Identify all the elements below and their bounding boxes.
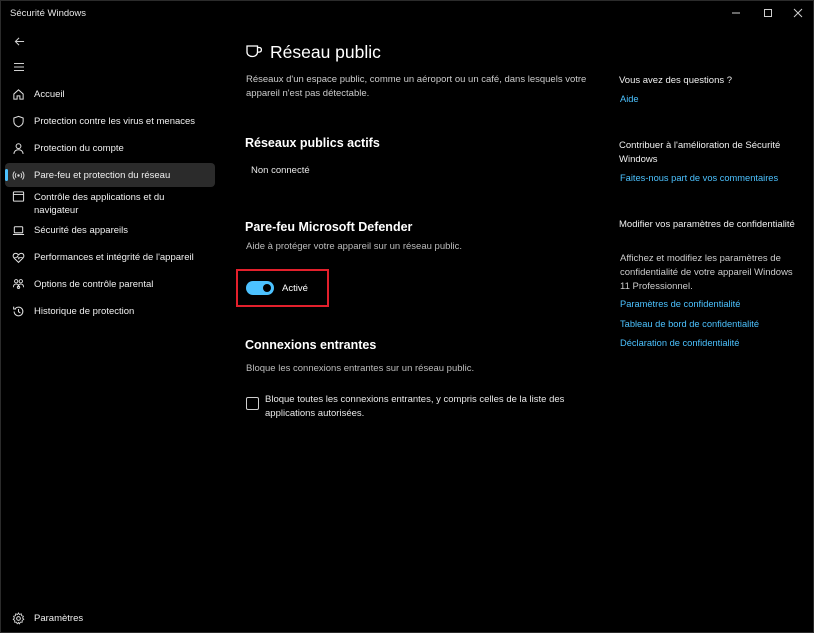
menu-button[interactable] bbox=[9, 57, 29, 77]
privacy-settings-link[interactable]: Paramètres de confidentialité bbox=[620, 299, 740, 309]
family-icon bbox=[12, 278, 25, 291]
help-link[interactable]: Aide bbox=[620, 94, 639, 104]
sidebar-item-label: Options de contrôle parental bbox=[34, 278, 154, 290]
sidebar-item-app-browser-control[interactable]: Contrôle des applications et du navigate… bbox=[5, 188, 215, 218]
sidebar-item-label: Sécurité des appareils bbox=[34, 224, 128, 236]
sidebar-item-settings[interactable]: Paramètres bbox=[5, 606, 215, 630]
privacy-dashboard-link[interactable]: Tableau de bord de confidentialité bbox=[620, 319, 759, 329]
gear-icon bbox=[12, 611, 25, 625]
sidebar-item-label: Pare-feu et protection du réseau bbox=[34, 169, 171, 181]
block-incoming-checkbox[interactable] bbox=[246, 397, 259, 410]
sidebar-item-device-security[interactable]: Sécurité des appareils bbox=[5, 218, 215, 242]
page-title-text: Réseau public bbox=[270, 42, 381, 62]
home-icon bbox=[12, 88, 25, 101]
browser-window-icon bbox=[12, 190, 25, 203]
coffee-cup-icon bbox=[245, 41, 263, 64]
sidebar-item-family-options[interactable]: Options de contrôle parental bbox=[5, 272, 215, 296]
page-description: Réseaux d'un espace public, comme un aér… bbox=[246, 74, 587, 99]
title-bar: Sécurité Windows bbox=[1, 1, 814, 25]
sidebar-item-protection-history[interactable]: Historique de protection bbox=[5, 299, 215, 323]
maximize-icon bbox=[764, 9, 772, 17]
antenna-icon bbox=[12, 169, 25, 182]
privacy-text: Affichez et modifiez les paramètres de c… bbox=[620, 253, 793, 292]
settings-label: Paramètres bbox=[34, 612, 84, 624]
sidebar-item-home[interactable]: Accueil bbox=[5, 82, 215, 106]
close-button[interactable] bbox=[781, 1, 814, 25]
sidebar-item-label: Protection du compte bbox=[34, 142, 124, 154]
app-title: Sécurité Windows bbox=[10, 8, 87, 19]
firewall-toggle[interactable] bbox=[246, 281, 274, 295]
feedback-link[interactable]: Faites-nous part de vos commentaires bbox=[620, 173, 778, 183]
back-arrow-icon bbox=[14, 36, 24, 46]
sidebar-item-label: Historique de protection bbox=[34, 305, 135, 317]
sidebar-item-device-performance[interactable]: Performances et intégrité de l'appareil bbox=[5, 245, 215, 269]
shield-icon bbox=[12, 115, 25, 128]
hamburger-icon bbox=[14, 62, 24, 72]
page-title: Réseau public bbox=[245, 41, 381, 64]
close-icon bbox=[793, 8, 803, 18]
questions-heading: Vous avez des questions ? bbox=[619, 75, 733, 86]
toggle-knob bbox=[263, 284, 271, 292]
sidebar-item-label: Contrôle des applications et du navigate… bbox=[34, 192, 165, 216]
privacy-statement-link[interactable]: Déclaration de confidentialité bbox=[620, 338, 739, 348]
heart-pulse-icon bbox=[12, 251, 25, 264]
firewall-toggle-label: Activé bbox=[282, 283, 308, 294]
back-button[interactable] bbox=[9, 31, 29, 51]
sidebar-item-label: Accueil bbox=[34, 88, 65, 100]
active-networks-title: Réseaux publics actifs bbox=[245, 136, 380, 150]
app-window: Sécurité Windows Accueil Protection cont… bbox=[0, 0, 814, 633]
sidebar-item-label: Protection contre les virus et menaces bbox=[34, 115, 196, 127]
incoming-connections-description: Bloque les connexions entrantes sur un r… bbox=[246, 363, 475, 374]
incoming-connections-title: Connexions entrantes bbox=[245, 338, 377, 352]
sidebar-item-virus-protection[interactable]: Protection contre les virus et menaces bbox=[5, 109, 215, 133]
maximize-button[interactable] bbox=[751, 1, 785, 25]
contribute-heading: Contribuer à l'amélioration de Sécurité … bbox=[619, 140, 781, 165]
person-icon bbox=[12, 142, 25, 155]
block-incoming-label: Bloque toutes les connexions entrantes, … bbox=[265, 394, 565, 419]
sidebar-item-firewall[interactable]: Pare-feu et protection du réseau bbox=[5, 163, 215, 187]
sidebar-item-account-protection[interactable]: Protection du compte bbox=[5, 136, 215, 160]
firewall-title: Pare-feu Microsoft Defender bbox=[245, 220, 413, 234]
firewall-description: Aide à protéger votre appareil sur un ré… bbox=[246, 241, 462, 252]
laptop-icon bbox=[12, 224, 25, 237]
sidebar: Accueil Protection contre les virus et m… bbox=[1, 25, 223, 633]
minimize-button[interactable] bbox=[719, 1, 753, 25]
network-status: Non connecté bbox=[251, 165, 310, 176]
sidebar-item-label: Performances et intégrité de l'appareil bbox=[34, 251, 194, 263]
privacy-heading: Modifier vos paramètres de confidentiali… bbox=[619, 219, 795, 230]
minimize-icon bbox=[732, 12, 740, 14]
history-icon bbox=[12, 305, 25, 318]
